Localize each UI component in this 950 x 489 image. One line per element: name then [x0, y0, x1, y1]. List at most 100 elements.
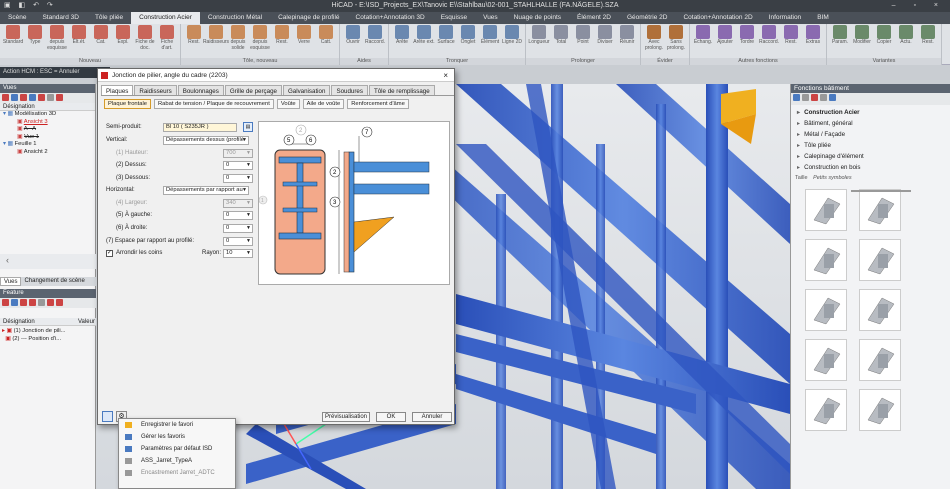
context-menu-item[interactable]: Paramètres par défaut ISD	[119, 443, 235, 455]
vertical-select[interactable]: Dépassements dessus (profilé ▼	[163, 136, 249, 145]
tool-icon	[576, 25, 590, 39]
ribbon-button-label: Raccord.	[758, 39, 779, 45]
tab-11[interactable]: Géométrie 2D	[619, 12, 675, 24]
tool-icon	[187, 25, 201, 39]
horizontal-select[interactable]: Dépassements par rapport au ▼	[163, 186, 249, 195]
connection-thumbnail[interactable]	[859, 189, 901, 231]
dialog-tab[interactable]: Raidisseurs	[134, 85, 177, 95]
list-item[interactable]: ▣ (2) --- Position d'i...	[2, 336, 94, 344]
plate-type-button[interactable]: Plaque frontale	[104, 99, 151, 109]
ribbon-button-label: Verre	[298, 39, 310, 45]
arrondir-checkbox[interactable]: ✓	[106, 250, 113, 257]
tab-6[interactable]: Cotation+Annotation 3D	[348, 12, 433, 24]
plate-type-button[interactable]: Renforcement d'âme	[347, 99, 409, 109]
connection-thumbnail[interactable]	[859, 389, 901, 431]
horizontal-label: Horizontal:	[106, 187, 135, 193]
building-function-item[interactable]: ▸ Tôle pliée	[791, 140, 950, 151]
tree-item[interactable]: ▣ A - A	[0, 126, 95, 134]
connection-thumbnail[interactable]	[805, 239, 847, 281]
ribbon-button-label: depuis esquisse	[47, 39, 67, 51]
list-item[interactable]: ▸ ▣ (1) Jonction de pili...	[2, 328, 94, 336]
save-defaults-icon[interactable]	[102, 411, 113, 422]
tool-icon	[209, 25, 223, 39]
window-controls[interactable]: – ▫ ×	[892, 0, 946, 12]
ribbon-group-name: Variantes	[827, 58, 941, 65]
tool-icon	[554, 25, 568, 39]
espace-field[interactable]: 0 ▼	[223, 237, 253, 246]
building-function-item[interactable]: ▸ Construction Acier	[791, 107, 950, 118]
ribbon-button-label: Rest.	[785, 39, 797, 45]
context-menu-item[interactable]: Gérer les favoris	[119, 431, 235, 443]
building-function-item[interactable]: ▸ Calepinage d'élément	[791, 151, 950, 162]
gauche-label: (5) À gauche:	[116, 212, 153, 218]
dessous-field[interactable]: 0 ▼	[223, 174, 253, 183]
close-icon[interactable]: ×	[443, 69, 448, 82]
feature-toolbar[interactable]	[0, 298, 96, 308]
tree-item[interactable]: ▾ ▦ Modélisation 3D	[0, 111, 95, 119]
tool-icon	[899, 25, 913, 39]
connection-thumbnail[interactable]	[805, 339, 847, 381]
dialog-tab[interactable]: Boulonnages	[177, 85, 224, 95]
chevron-left-icon[interactable]: ‹	[6, 255, 9, 265]
context-menu-item[interactable]: Enregistrer le favori	[119, 419, 235, 431]
tab-vues[interactable]: Vues	[0, 277, 22, 286]
connection-thumbnail[interactable]	[859, 239, 901, 281]
tool-icon	[116, 25, 130, 39]
gauche-field[interactable]: 0 ▼	[223, 211, 253, 220]
tree-item[interactable]: ▣ Ansicht 2	[0, 149, 95, 157]
semi-produit-field[interactable]: Bl 10 ( S235JR )	[163, 123, 237, 132]
tree-item[interactable]: ▣ Ansicht 3	[0, 119, 95, 127]
dialog-tab[interactable]: Galvanisation	[282, 85, 331, 95]
tab-3[interactable]: Construction Acier	[131, 12, 200, 24]
dialog-tab[interactable]: Grille de perçage	[224, 85, 282, 95]
dessus-field[interactable]: 0 ▼	[223, 161, 253, 170]
plate-type-buttons: Plaque frontale Rabat de tension / Plaque…	[104, 99, 454, 109]
context-menu-item[interactable]: Encastrement Jarret_ADTC	[119, 467, 235, 479]
right-toolbar[interactable]	[791, 93, 950, 105]
tab-1[interactable]: Standard 3D	[34, 12, 87, 24]
catalog-icon[interactable]: ▤	[243, 122, 253, 132]
tab-9[interactable]: Nuage de points	[506, 12, 569, 24]
favorite-icon	[125, 446, 132, 452]
plate-type-button[interactable]: Voûte	[276, 99, 300, 109]
tab-7[interactable]: Esquisse	[433, 12, 475, 24]
rayon-field[interactable]: 10 ▼	[223, 249, 253, 258]
connection-thumbnail[interactable]	[859, 289, 901, 331]
ribbon-button-label: Total	[555, 39, 567, 45]
connection-thumbnail[interactable]	[805, 189, 847, 231]
views-toolbar[interactable]	[0, 93, 95, 103]
favorite-icon	[125, 470, 132, 476]
connection-thumbnail[interactable]	[805, 289, 847, 331]
context-menu-label: Gérer les favoris	[141, 434, 186, 440]
tree-item[interactable]: ▣ Vue 1	[0, 134, 95, 142]
quick-access-toolbar[interactable]: ▣ ◧ ↶ ↷	[4, 0, 56, 12]
droite-field[interactable]: 0 ▼	[223, 224, 253, 233]
building-function-item[interactable]: ▸ Bâtiment, général	[791, 118, 950, 129]
tree-item[interactable]: ▾ ▦ Feuille 1	[0, 141, 95, 149]
cancel-button[interactable]: Annuler	[412, 412, 452, 422]
tab-4[interactable]: Construction Métal	[200, 12, 270, 24]
preview-button[interactable]: Prévisualisation	[322, 412, 370, 422]
tab-5[interactable]: Calepinage de profilé	[270, 12, 347, 24]
connection-thumbnail[interactable]	[805, 389, 847, 431]
dialog-tab[interactable]: Soudures	[331, 85, 368, 95]
tab-8[interactable]: Vues	[475, 12, 506, 24]
tab-changement-scene[interactable]: Changement de scène	[21, 277, 87, 286]
size-slider[interactable]	[851, 190, 911, 192]
context-menu-item[interactable]: ASS_Jarret_TypeA	[119, 455, 235, 467]
tab-0[interactable]: Scène	[0, 12, 34, 24]
dialog-tab[interactable]: Tôle de remplissage	[368, 85, 435, 95]
building-function-item[interactable]: ▸ Construction en bois	[791, 162, 950, 173]
plate-type-button[interactable]: Aile de voûte	[302, 99, 345, 109]
tab-13[interactable]: Information	[761, 12, 810, 24]
connection-thumbnail[interactable]	[859, 339, 901, 381]
plate-type-button[interactable]: Rabat de tension / Plaque de recouvremen…	[154, 99, 274, 109]
chevron-right-icon: ▸	[797, 142, 801, 149]
building-function-item[interactable]: ▸ Métal / Façade	[791, 129, 950, 140]
tab-12[interactable]: Cotation+Annotation 2D	[675, 12, 760, 24]
tab-2[interactable]: Tôle pliée	[87, 12, 131, 24]
tab-14[interactable]: BIM	[809, 12, 837, 24]
dialog-tab[interactable]: Plaques	[101, 85, 134, 95]
tab-10[interactable]: Élément 2D	[569, 12, 619, 24]
ok-button[interactable]: OK	[376, 412, 406, 422]
